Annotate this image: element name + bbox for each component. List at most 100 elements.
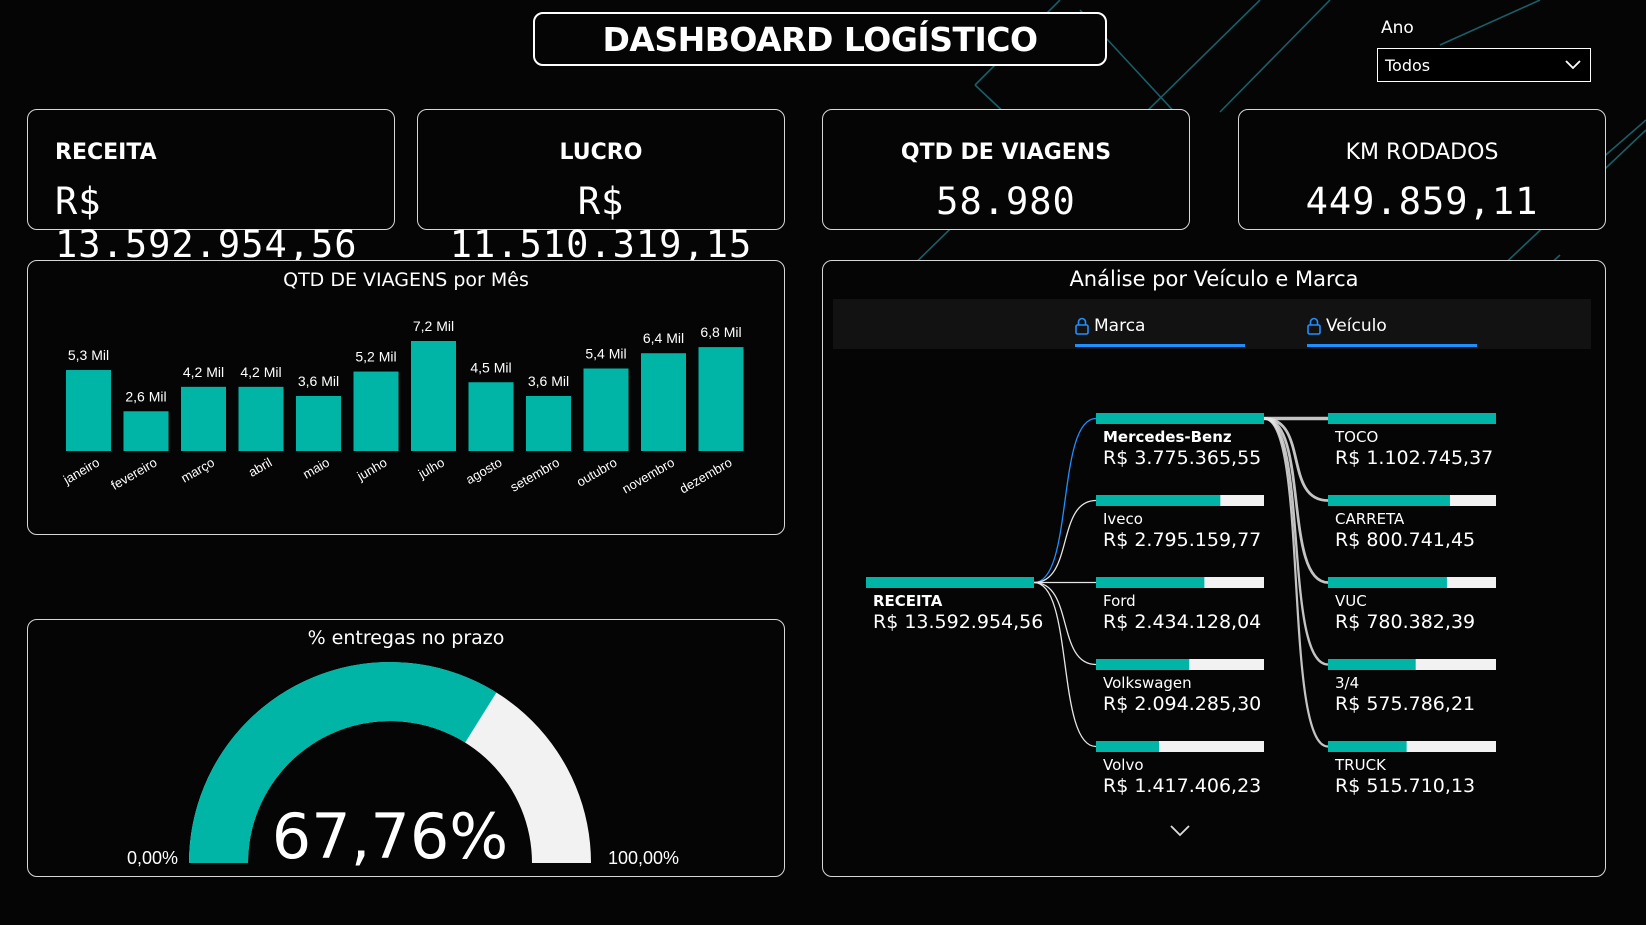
tree-node-value: R$ 13.592.954,56 [873,611,1044,633]
kpi-label: LUCRO [559,140,643,165]
tree-link [1033,581,1097,748]
tree-node-name: Volkswagen [1103,674,1192,692]
kpi-value: 449.859,11 [1305,180,1539,223]
bar-outubro [583,368,629,451]
chevron-down-icon[interactable] [1169,824,1191,838]
tree-bar-fill [1096,413,1264,424]
tree-root-bar [866,577,1034,588]
bar-maio [296,396,341,451]
tree-bar-fill [1328,741,1407,752]
tree-node-value: R$ 575.786,21 [1335,693,1476,715]
bar-data-label: 6,4 Mil [643,330,684,346]
kpi-value: 58.980 [936,180,1076,223]
kpi-label: KM RODADOS [1345,140,1499,165]
kpi-card-receita: RECEITA R$ 13.592.954,56 [27,109,395,266]
bar-setembro [526,396,571,451]
tree-bar-fill [1096,577,1205,588]
bar-data-label: 2,6 Mil [125,388,166,404]
year-filter-value: Todos [1385,55,1431,75]
tree-bar-fill [1328,495,1450,506]
tree-link [1033,417,1097,584]
tree-node-name: Mercedes-Benz [1103,428,1232,446]
gauge-max-label: 100,00% [608,848,679,868]
kpi-label: QTD DE VIAGENS [900,140,1112,165]
bar-julho [411,341,456,451]
kpi-label: RECEITA [55,140,157,165]
tree-node-value: R$ 800.741,45 [1335,529,1476,551]
x-tick-label: maio [300,455,332,482]
bar-agosto [468,382,514,451]
tree-node-value: R$ 2.434.128,04 [1103,611,1262,633]
tree-node-value: R$ 1.417.406,23 [1103,775,1262,797]
tree-node-name: TRUCK [1335,756,1386,774]
tree-node-value: R$ 780.382,39 [1335,611,1476,633]
x-tick-label: outubro [574,455,620,490]
tree-node-name: 3/4 [1335,674,1360,692]
gauge-min-label: 0,00% [127,848,178,868]
bar-data-label: 5,4 Mil [585,346,626,362]
x-tick-label: junho [354,455,390,484]
bar-abril [238,386,284,451]
tree-node-value: R$ 2.795.159,77 [1103,529,1262,551]
tree-link [1263,417,1329,584]
tree-node-value: R$ 515.710,13 [1335,775,1476,797]
dashboard-title: DASHBOARD LOGÍSTICO [533,12,1107,66]
x-tick-label: setembro [508,455,562,495]
tree-node-value: R$ 3.775.365,55 [1103,447,1262,469]
bar-data-label: 5,3 Mil [68,347,109,363]
x-tick-label: janeiro [60,455,102,488]
bar-dezembro [698,347,744,451]
bar-junho [353,371,399,451]
bar-data-label: 4,5 Mil [470,359,511,375]
x-tick-label: abril [246,455,275,480]
tree-bar-fill [1328,659,1416,670]
bar-data-label: 6,8 Mil [700,324,741,340]
tree-link [1263,417,1329,748]
year-filter-label: Ano [1381,18,1414,38]
bar-data-label: 3,6 Mil [528,373,569,389]
bar-data-label: 4,2 Mil [183,364,224,380]
tree-node-name: Iveco [1103,510,1143,528]
bar-data-label: 3,6 Mil [298,373,339,389]
kpi-card-lucro: LUCRO R$ 11.510.319,15 [417,109,785,266]
tree-bar-fill [1096,495,1221,506]
kpi-card-viagens: QTD DE VIAGENS 58.980 [822,109,1190,230]
x-tick-label: dezembro [677,455,735,497]
bar-janeiro [66,370,111,451]
x-tick-label: agosto [463,455,504,488]
x-tick-label: novembro [619,455,677,497]
tree-node-name: VUC [1335,592,1367,610]
tree-link [1033,499,1097,584]
tree-bar-fill [1096,659,1190,670]
tree-node-name: Ford [1103,592,1136,610]
year-filter-dropdown[interactable]: Todos [1377,48,1591,82]
kpi-value: R$ 11.510.319,15 [449,180,753,266]
x-tick-label: julho [415,455,447,482]
tree-bar-fill [1096,741,1159,752]
decomposition-tree-card: Análise por Veículo e Marca Marca Veícul… [822,260,1606,877]
tree-node-name: CARRETA [1335,510,1405,528]
tree-node-name: TOCO [1335,428,1379,446]
bar-data-label: 7,2 Mil [413,318,454,334]
bar-data-label: 4,2 Mil [240,364,281,380]
bar-chart: 5,3 Mil janeiro 2,6 Mil fevereiro 4,2 Mil mar… [60,318,744,497]
kpi-value: R$ 13.592.954,56 [55,180,358,266]
tree-link [1263,417,1329,502]
bar-novembro [641,353,686,451]
tree-node-value: R$ 2.094.285,30 [1103,693,1262,715]
x-tick-label: março [178,455,217,486]
chevron-down-icon [1565,60,1581,70]
kpi-card-km: KM RODADOS 449.859,11 [1238,109,1606,230]
gauge-chart: 67,76% 0,00% 100,00% [127,662,679,873]
tree-node-name: RECEITA [873,592,943,610]
bar-fevereiro [123,411,169,451]
tree-bar-fill [1328,413,1496,424]
bar-data-label: 5,2 Mil [355,349,396,365]
bar-março [181,386,226,451]
tree-node-value: R$ 1.102.745,37 [1335,447,1494,469]
tree-node-name: Volvo [1103,756,1144,774]
x-tick-label: fevereiro [108,455,159,493]
tree-bar-fill [1328,577,1447,588]
gauge-card: % entregas no prazo 67,76% 0,00% 100,00% [27,619,785,877]
gauge-value: 67,76% [272,800,508,873]
